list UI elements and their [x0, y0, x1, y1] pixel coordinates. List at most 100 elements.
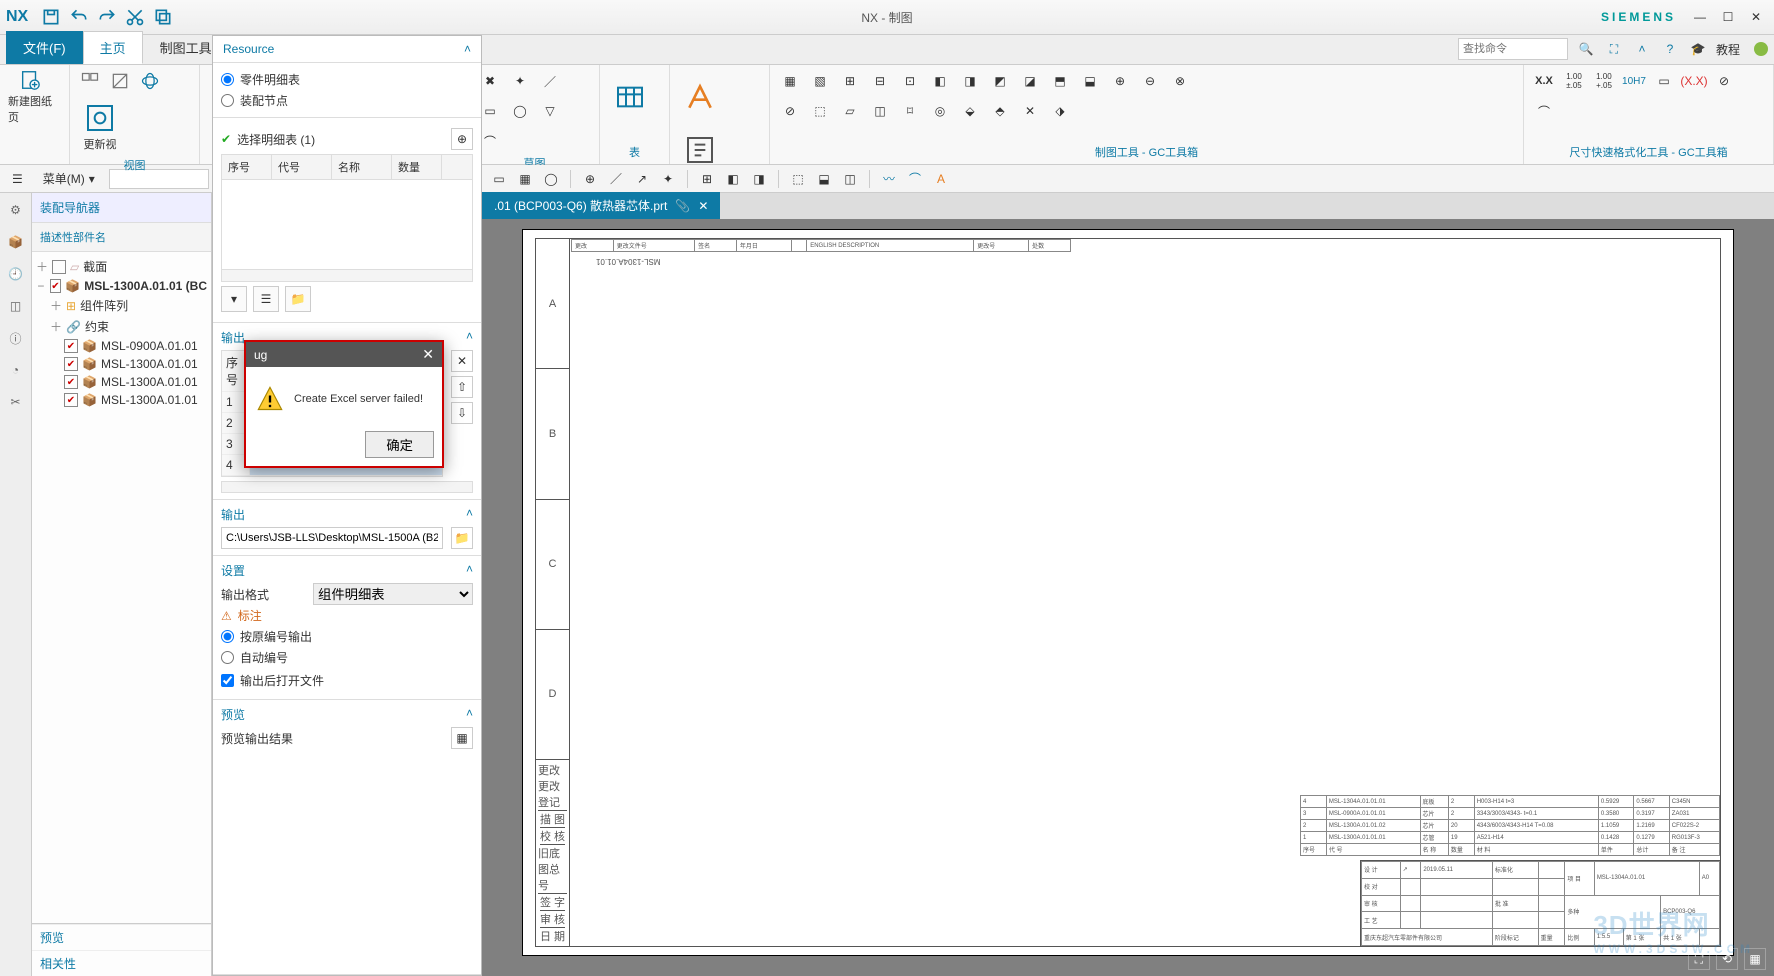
gc-icon-14[interactable]: ⊗: [1168, 69, 1192, 93]
gc-icon-2[interactable]: ▧: [808, 69, 832, 93]
dim-tol2-icon[interactable]: 1.00+.05: [1592, 69, 1616, 93]
drawing-canvas[interactable]: 更改更改文件号签名年月日ENGLISH DESCRIPTION更改号处数 MSL…: [482, 219, 1774, 976]
gc-icon-20[interactable]: ◎: [928, 99, 952, 123]
radio-orig-number[interactable]: 按原编号输出: [221, 626, 473, 647]
help-icon[interactable]: ?: [1660, 39, 1680, 59]
gc-icon-15[interactable]: ⊘: [778, 99, 802, 123]
radio-bom[interactable]: 零件明细表: [221, 69, 473, 90]
fullscreen-icon[interactable]: ⛶: [1604, 39, 1624, 59]
gc-icon-4[interactable]: ⊟: [868, 69, 892, 93]
bom-hscrollbar[interactable]: [221, 270, 473, 282]
rail-nav-icon[interactable]: 📦: [5, 231, 27, 253]
tree-constraint-node[interactable]: ＋🔗约束: [36, 316, 207, 337]
tab-home[interactable]: 主页: [83, 31, 143, 64]
tree-child-3[interactable]: 📦MSL-1300A.01.01: [36, 373, 207, 391]
dim-frame-icon[interactable]: ▭: [1652, 69, 1676, 93]
active-doc-tab[interactable]: .01 (BCP003-Q6) 散热器芯体.prt 📎 ✕: [482, 192, 720, 219]
projected-view-icon[interactable]: [138, 69, 162, 93]
doc-pin-icon[interactable]: 📎: [675, 199, 690, 213]
dim-tol1-icon[interactable]: 1.00±.05: [1562, 69, 1586, 93]
dim-xx-icon[interactable]: X.X: [1532, 69, 1556, 93]
t-icon-1[interactable]: ▭: [488, 168, 510, 190]
t-icon-9[interactable]: ◧: [722, 168, 744, 190]
t-icon-6[interactable]: ↗: [631, 168, 653, 190]
dialog-close-icon[interactable]: ✕: [422, 346, 434, 363]
dim-10h7-icon[interactable]: 10H7: [1622, 69, 1646, 93]
t-ann-icon[interactable]: A: [930, 168, 952, 190]
nav-related-section[interactable]: 相关性: [32, 950, 211, 976]
radio-asm[interactable]: 装配节点: [221, 90, 473, 111]
cut-icon[interactable]: [124, 6, 146, 28]
output-hscrollbar[interactable]: [221, 481, 473, 493]
list-icon[interactable]: ☰: [253, 286, 279, 312]
gc-icon-19[interactable]: ⌑: [898, 99, 922, 123]
filter-icon[interactable]: ▾: [221, 286, 247, 312]
tree-child-4[interactable]: 📦MSL-1300A.01.01: [36, 391, 207, 409]
poly-icon[interactable]: ▽: [538, 99, 562, 123]
copy-icon[interactable]: [152, 6, 174, 28]
t-icon-13[interactable]: ◫: [839, 168, 861, 190]
dim-paren-icon[interactable]: (X.X): [1682, 69, 1706, 93]
annotation-button[interactable]: [678, 69, 722, 125]
collapse-icon[interactable]: ˄: [464, 42, 471, 56]
maximize-button[interactable]: ☐: [1716, 7, 1740, 27]
t-curve-icon[interactable]: 〰: [878, 168, 900, 190]
undo-icon[interactable]: [68, 6, 90, 28]
t-icon-2[interactable]: ▦: [514, 168, 536, 190]
remove-row-icon[interactable]: ✕: [451, 350, 473, 372]
update-view-button[interactable]: 更新视: [78, 99, 122, 155]
gc-icon-1[interactable]: ▦: [778, 69, 802, 93]
tree-child-2[interactable]: 📦MSL-1300A.01.01: [36, 355, 207, 373]
line-icon[interactable]: ／: [538, 69, 562, 93]
base-view-icon[interactable]: [108, 69, 132, 93]
close-button[interactable]: ✕: [1744, 7, 1768, 27]
gc-icon-6[interactable]: ◧: [928, 69, 952, 93]
gc-icon-5[interactable]: ⊡: [898, 69, 922, 93]
t-icon-4[interactable]: ⊕: [579, 168, 601, 190]
rail-history-icon[interactable]: 🕘: [5, 263, 27, 285]
tree-section-node[interactable]: ＋▱截面: [36, 256, 207, 277]
nav-preview-section[interactable]: 预览: [32, 924, 211, 950]
t-icon-8[interactable]: ⊞: [696, 168, 718, 190]
move-up-icon[interactable]: ⇧: [451, 376, 473, 398]
gc-icon-7[interactable]: ◨: [958, 69, 982, 93]
gc-icon-13[interactable]: ⊖: [1138, 69, 1162, 93]
redo-icon[interactable]: [96, 6, 118, 28]
output-path-input[interactable]: [221, 527, 443, 549]
move-down-icon[interactable]: ⇩: [451, 402, 473, 424]
format-select[interactable]: 组件明细表: [313, 583, 473, 605]
fit-icon[interactable]: ⛶: [1688, 948, 1710, 970]
browse-icon[interactable]: 📁: [451, 527, 473, 549]
grid-icon[interactable]: ▦: [1744, 948, 1766, 970]
gc-icon-22[interactable]: ⬘: [988, 99, 1012, 123]
gc-icon-23[interactable]: ✕: [1018, 99, 1042, 123]
tree-pattern-node[interactable]: ＋⊞组件阵列: [36, 295, 207, 316]
checkbox-open-after[interactable]: 输出后打开文件: [221, 668, 473, 693]
hamburger-icon[interactable]: ☰: [6, 169, 29, 189]
minimize-button[interactable]: —: [1688, 7, 1712, 27]
settings-section-title[interactable]: 设置: [221, 562, 245, 579]
t-icon-7[interactable]: ✦: [657, 168, 679, 190]
bom-table-body[interactable]: [221, 180, 473, 270]
rail-part-icon[interactable]: ◫: [5, 295, 27, 317]
gc-icon-21[interactable]: ⬙: [958, 99, 982, 123]
gc-icon-24[interactable]: ⬗: [1048, 99, 1072, 123]
gc-icon-3[interactable]: ⊞: [838, 69, 862, 93]
tab-file[interactable]: 文件(F): [6, 31, 83, 64]
dim-arc-icon[interactable]: ⌒: [1532, 99, 1556, 123]
t-icon-12[interactable]: ⬓: [813, 168, 835, 190]
graduation-cap-icon[interactable]: 🎓: [1688, 39, 1708, 59]
t-icon-5[interactable]: ／: [605, 168, 627, 190]
tree-child-1[interactable]: 📦MSL-0900A.01.01: [36, 337, 207, 355]
t-icon-11[interactable]: ⬚: [787, 168, 809, 190]
tree-root-node[interactable]: −📦MSL-1300A.01.01 (BC: [36, 277, 207, 295]
view-wizard-icon[interactable]: [78, 69, 102, 93]
save-icon[interactable]: [40, 6, 62, 28]
tutorial-label[interactable]: 教程: [1716, 41, 1740, 58]
rail-tools-icon[interactable]: ✂: [5, 391, 27, 413]
doc-close-icon[interactable]: ✕: [698, 199, 708, 213]
rail-clock-icon[interactable]: ◔: [5, 359, 27, 381]
output-section-title[interactable]: 输出: [221, 329, 245, 346]
target-icon[interactable]: ⊕: [451, 128, 473, 150]
command-search-input[interactable]: [1458, 38, 1568, 60]
